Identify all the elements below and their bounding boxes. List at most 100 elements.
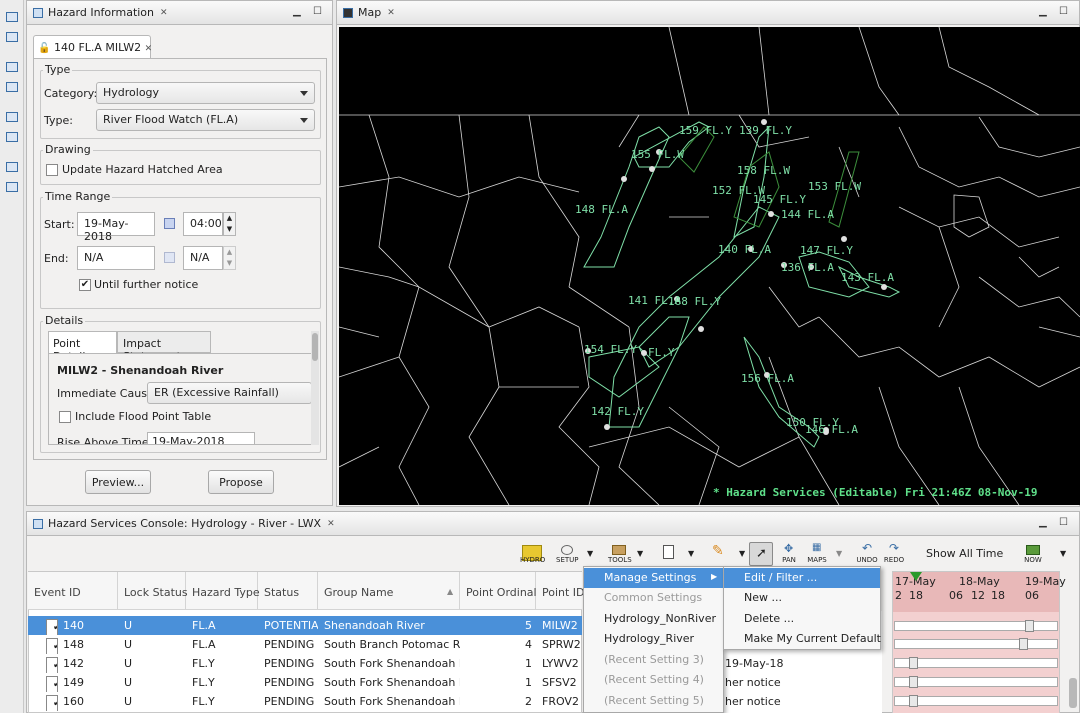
table-row[interactable]: ✔ 140 U FL.A POTENTIAL Shenandoah River …	[28, 616, 582, 635]
view-icon[interactable]	[6, 62, 18, 72]
menu-item-manage-settings[interactable]: Manage Settings	[584, 568, 723, 588]
start-date-field[interactable]: 19-May-2018	[77, 212, 155, 243]
event-time-slider[interactable]	[894, 657, 1058, 669]
end-time-field[interactable]: N/A	[183, 246, 223, 270]
chevron-down-icon[interactable]: ▼	[637, 549, 643, 558]
column-header-point-ordinal[interactable]: Point Ordinal	[460, 572, 537, 610]
view-icon[interactable]	[6, 82, 18, 92]
until-notice-checkbox[interactable]: ✔	[79, 279, 91, 291]
menu-item-delete[interactable]: Delete ...	[724, 609, 794, 629]
table-row[interactable]: ✔ 160 U FL.Y PENDING South Fork Shenando…	[28, 692, 582, 711]
table-row[interactable]: ✔ 148 U FL.A PENDING South Branch Potoma…	[28, 635, 582, 654]
slider-knob[interactable]	[1019, 638, 1028, 650]
view-icon[interactable]	[6, 12, 18, 22]
type-group-label: Type	[43, 63, 73, 76]
slider-knob[interactable]	[909, 676, 918, 688]
show-all-time-button[interactable]: Show All Time	[926, 547, 1003, 560]
column-header-group-name[interactable]: Group Name	[318, 572, 460, 610]
menu-item-new[interactable]: New ...	[724, 588, 782, 608]
start-time-field[interactable]: 04:00	[183, 212, 223, 236]
point-name: MILW2 - Shenandoah River	[57, 364, 224, 377]
close-icon[interactable]: ✕	[327, 519, 335, 529]
menu-item-edit-filter[interactable]: Edit / Filter ...	[724, 568, 880, 588]
chevron-down-icon[interactable]: ▼	[587, 549, 593, 558]
table-row[interactable]: ✔ 149 U FL.Y PENDING South Fork Shenando…	[28, 673, 582, 692]
close-icon[interactable]: ✕	[145, 44, 153, 54]
column-header-hazard-type[interactable]: Hazard Type	[186, 572, 260, 610]
propose-button[interactable]: Propose	[208, 470, 274, 494]
chevron-down-icon[interactable]: ▼	[1060, 549, 1066, 558]
console-scrollbar[interactable]	[1069, 678, 1077, 708]
column-header-status[interactable]: Status	[258, 572, 318, 610]
scrollbar-thumb[interactable]	[312, 333, 318, 361]
close-icon[interactable]: ✕	[160, 8, 168, 18]
calendar-icon[interactable]	[164, 218, 175, 229]
close-icon[interactable]: ✕	[387, 8, 395, 18]
point-ordinal-cell: 1	[525, 657, 532, 670]
end-date-field[interactable]: N/A	[77, 246, 155, 270]
slider-knob[interactable]	[1025, 620, 1034, 632]
end-label: End:	[44, 252, 69, 265]
pencil-icon[interactable]: ✎	[712, 543, 724, 559]
pan-icon[interactable]: ✥	[784, 542, 793, 555]
document-icon[interactable]	[663, 545, 674, 559]
view-icon[interactable]	[6, 112, 18, 122]
maximize-icon[interactable]: ☐	[1059, 6, 1068, 17]
calendar-icon[interactable]	[164, 252, 175, 263]
immediate-cause-select[interactable]: ER (Excessive Rainfall)	[147, 382, 312, 404]
details-scrollbar[interactable]	[311, 331, 319, 445]
tab-impact-statement[interactable]: Impact Statement	[117, 331, 211, 363]
view-icon[interactable]	[6, 162, 18, 172]
start-time-spinner[interactable]: ▲ ▼	[223, 212, 236, 236]
menu-item-make-default[interactable]: Make My Current Default	[724, 629, 881, 649]
redo-icon[interactable]: ↷	[889, 541, 899, 555]
view-icon[interactable]	[6, 32, 18, 42]
maps-icon[interactable]: ▦	[812, 542, 821, 553]
column-header-point-id[interactable]: Point ID	[536, 572, 585, 610]
select-tool-button[interactable]: ➚	[749, 542, 773, 566]
event-time-slider[interactable]	[894, 638, 1058, 650]
slider-knob[interactable]	[909, 657, 918, 669]
column-header-lock-status[interactable]: Lock Status	[118, 572, 188, 610]
maximize-icon[interactable]: ☐	[313, 6, 322, 17]
end-time-spinner[interactable]: ▲ ▼	[223, 246, 236, 270]
event-time-slider[interactable]	[894, 695, 1058, 707]
chevron-down-icon[interactable]: ▼	[739, 549, 745, 558]
chevron-down-icon[interactable]: ▼	[688, 549, 694, 558]
column-header-event-id[interactable]: Event ID	[28, 572, 118, 610]
view-icon[interactable]	[6, 132, 18, 142]
hazard-type-cell: FL.Y	[192, 695, 215, 708]
point-ordinal-cell: 1	[525, 676, 532, 689]
preview-button[interactable]: Preview...	[85, 470, 151, 494]
hazard-tab[interactable]: 🔓 140 FL.A MILW2 ✕	[33, 35, 153, 59]
hazard-type-select[interactable]: River Flood Watch (FL.A)	[96, 109, 315, 131]
minimize-icon[interactable]: ▁	[1039, 6, 1047, 17]
tab-point-details[interactable]: Point Details	[48, 331, 117, 363]
menu-item-hydrology-nonriver[interactable]: Hydrology_NonRiver	[584, 609, 716, 629]
event-time-slider[interactable]	[894, 620, 1058, 632]
chevron-down-icon[interactable]: ▼	[836, 549, 842, 558]
category-select[interactable]: Hydrology	[96, 82, 315, 104]
rise-above-field[interactable]: 19-May-2018 04:00	[147, 432, 255, 444]
current-time-marker[interactable]	[910, 572, 922, 581]
view-icon[interactable]	[6, 182, 18, 192]
maximize-icon[interactable]: ☐	[1059, 517, 1068, 528]
hazard-type-cell: FL.Y	[192, 657, 215, 670]
tools-icon[interactable]	[612, 545, 626, 555]
map-canvas[interactable]: 159 FL.Y 139 FL.Y 155 FL.W 158 FL.W 152 …	[339, 27, 1080, 505]
undo-icon[interactable]: ↶	[862, 541, 872, 555]
setup-icon[interactable]	[561, 545, 573, 555]
table-row[interactable]: ✔ 142 U FL.Y PENDING South Fork Shenando…	[28, 654, 582, 673]
map-label: 143 FL.A	[841, 271, 894, 284]
hydro-button-label: HYDRO	[520, 556, 546, 564]
start-label: Start:	[44, 218, 75, 231]
minimize-icon[interactable]: ▁	[1039, 517, 1047, 528]
now-icon[interactable]	[1026, 545, 1040, 555]
menu-item-hydrology-river[interactable]: Hydrology_River	[584, 629, 694, 649]
event-time-slider[interactable]	[894, 676, 1058, 688]
include-flood-table-checkbox[interactable]	[59, 411, 71, 423]
update-hatched-checkbox[interactable]	[46, 164, 58, 176]
minimize-icon[interactable]: ▁	[293, 6, 301, 17]
slider-knob[interactable]	[909, 695, 918, 707]
details-group-label: Details	[43, 314, 86, 327]
